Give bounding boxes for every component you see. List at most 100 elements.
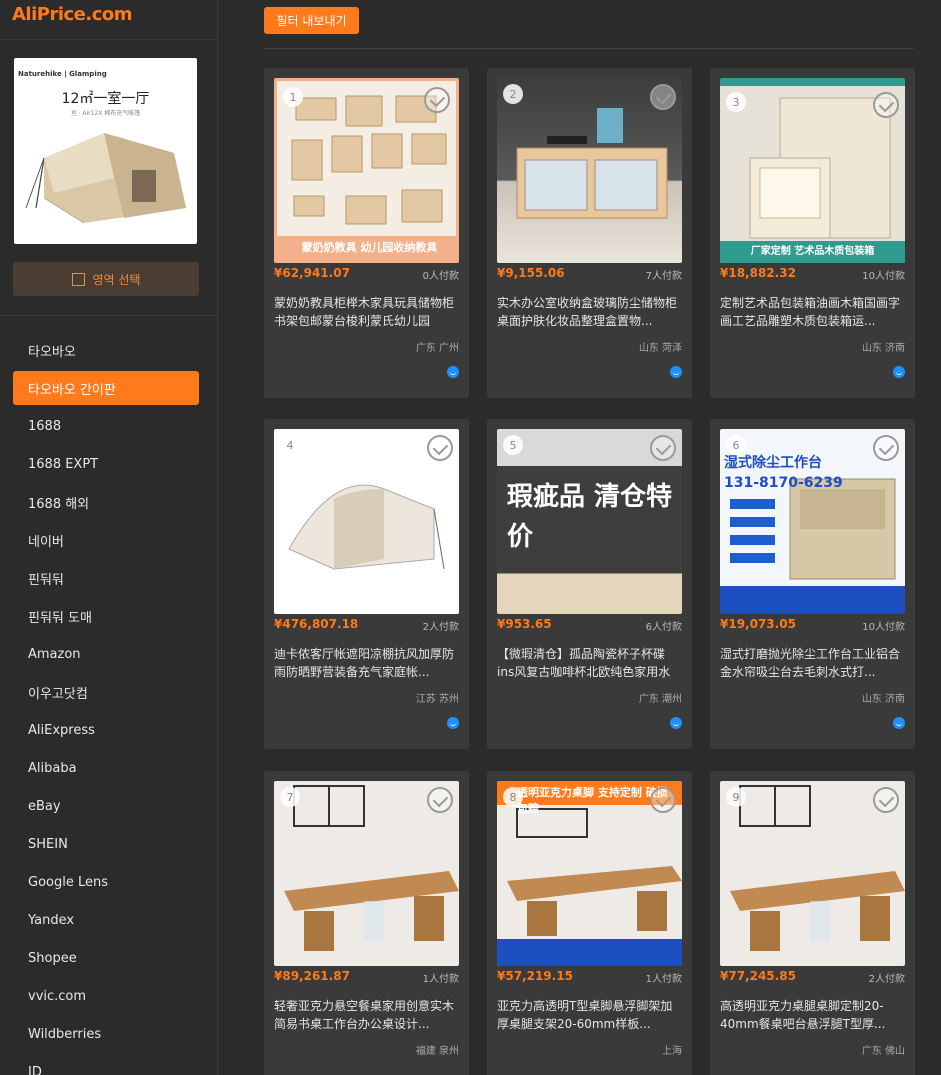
product-thumbnail[interactable]: 厂家定制 艺术品木质包装箱 3	[720, 78, 905, 263]
result-index: 2	[503, 84, 523, 104]
product-thumbnail[interactable]: 蒙奶奶教具 幼儿园收纳教具 1	[274, 78, 459, 263]
product-card[interactable]: 瑕疵品 清仓特价 5 ¥953.65 6人付款 【微瑕清仓】孤品陶瓷杯子杯碟in…	[487, 419, 692, 749]
product-thumbnail[interactable]: 透明亚克力桌脚 支持定制 破损包赔 8	[497, 781, 682, 966]
site-item-alibaba[interactable]: Alibaba	[13, 751, 199, 785]
product-location: 山东 济南	[861, 694, 905, 705]
result-index: 8	[503, 787, 523, 807]
product-location: 山东 济南	[861, 343, 905, 354]
site-item-shein[interactable]: SHEIN	[13, 827, 199, 861]
product-card[interactable]: 2 ¥9,155.06 7人付款 实木办公室收纳盒玻璃防尘储物柜桌面护肤化妆品整…	[487, 68, 692, 398]
select-checkbox[interactable]	[650, 84, 676, 110]
filter-export-button[interactable]: 필터 내보내기	[264, 7, 359, 34]
site-item-naver[interactable]: 네이버	[13, 523, 199, 557]
sales-count: 7人付款	[645, 271, 682, 282]
site-item-ebay[interactable]: eBay	[13, 789, 199, 823]
product-title[interactable]: 轻奢亚克力悬空餐桌家用创意实木简易书桌工作台办公桌设计...	[274, 997, 459, 1033]
site-item-google-lens[interactable]: Google Lens	[13, 865, 199, 899]
product-thumbnail[interactable]: 2	[497, 78, 682, 263]
site-item-1688[interactable]: 1688	[13, 409, 199, 443]
product-location: 上海	[662, 1046, 682, 1057]
product-title[interactable]: 亚克力高透明T型桌脚悬浮脚架加厚桌腿支架20-60mm样板...	[497, 997, 682, 1033]
product-location: 广东 佛山	[861, 1046, 905, 1057]
divider	[0, 39, 217, 40]
product-thumbnail[interactable]: 9	[720, 781, 905, 966]
sales-count: 2人付款	[422, 622, 459, 633]
product-title[interactable]: 高透明亚克力桌腿桌脚定制20-40mm餐桌吧台悬浮腿T型厚...	[720, 997, 905, 1033]
product-price: ¥62,941.07	[274, 266, 350, 280]
result-index: 1	[283, 87, 303, 107]
select-checkbox[interactable]	[873, 92, 899, 118]
select-checkbox[interactable]	[873, 435, 899, 461]
aliprice-logo[interactable]: AliPrice.com	[12, 4, 133, 25]
product-title[interactable]: 迪卡侬客厅帐遮阳凉棚抗风加厚防雨防晒野营装备充气家庭帐...	[274, 645, 459, 681]
seller-chat-icon[interactable]	[447, 717, 459, 729]
site-item-aliexpress[interactable]: AliExpress	[13, 713, 199, 747]
product-card[interactable]: 9 ¥77,245.85 2人付款 高透明亚克力桌腿桌脚定制20-40mm餐桌吧…	[710, 771, 915, 1075]
product-card[interactable]: 厂家定制 艺术品木质包装箱 3 ¥18,882.32 10人付款 定制艺术品包装…	[710, 68, 915, 398]
product-price: ¥18,882.32	[720, 266, 796, 280]
select-checkbox[interactable]	[873, 787, 899, 813]
site-item-pinduoduo-wholesale[interactable]: 핀둬둬 도매	[13, 599, 199, 633]
product-title[interactable]: 蒙奶奶教具柜榉木家具玩具储物柜书架包邮蒙台梭利蒙氏幼儿园	[274, 294, 459, 330]
product-thumbnail[interactable]: 湿式除尘工作台 131-8170-6239 6	[720, 429, 905, 614]
site-item-pinduoduo[interactable]: 핀둬둬	[13, 561, 199, 595]
sidebar: AliPrice.com Naturehike | Glamping 12㎡一室…	[0, 0, 218, 1075]
result-index: 4	[280, 435, 300, 455]
product-card[interactable]: 4 ¥476,807.18 2人付款 迪卡侬客厅帐遮阳凉棚抗风加厚防雨防晒野营装…	[264, 419, 469, 749]
seller-chat-icon[interactable]	[670, 717, 682, 729]
seller-chat-icon[interactable]	[893, 717, 905, 729]
site-item-taobao[interactable]: 타오바오	[13, 333, 199, 367]
product-price: ¥9,155.06	[497, 266, 565, 280]
product-title[interactable]: 定制艺术品包装箱油画木箱国画字画工艺品雕塑木质包装箱运...	[720, 294, 905, 330]
result-index: 5	[503, 435, 523, 455]
product-thumbnail[interactable]: 7	[274, 781, 459, 966]
divider	[0, 315, 217, 316]
product-price: ¥476,807.18	[274, 617, 359, 631]
product-price: ¥19,073.05	[720, 617, 796, 631]
sales-count: 0人付款	[422, 271, 459, 282]
seller-chat-icon[interactable]	[893, 366, 905, 378]
site-item-1688-overseas[interactable]: 1688 해외	[13, 485, 199, 519]
thumb-caption: 湿式除尘工作台 131-8170-6239	[724, 455, 843, 491]
select-checkbox[interactable]	[650, 435, 676, 461]
site-item-yandex[interactable]: Yandex	[13, 903, 199, 937]
thumb-caption: 厂家定制 艺术品木质包装箱	[720, 241, 905, 263]
site-item-yiwugo[interactable]: 이우고닷컴	[13, 675, 199, 709]
region-select-button[interactable]: 영역 선택	[13, 262, 199, 296]
site-item-jd[interactable]: JD	[13, 1055, 199, 1075]
seller-chat-icon[interactable]	[670, 366, 682, 378]
product-location: 广东 广州	[415, 343, 459, 354]
site-item-taobao-lite[interactable]: 타오바오 간이판	[13, 371, 199, 405]
product-card[interactable]: 蒙奶奶教具 幼儿园收纳教具 1 ¥62,941.07 0人付款 蒙奶奶教具柜榉木…	[264, 68, 469, 398]
crop-icon	[71, 272, 85, 286]
product-title[interactable]: 实木办公室收纳盒玻璃防尘储物柜桌面护肤化妆品整理盒置物...	[497, 294, 682, 330]
seller-chat-icon[interactable]	[447, 366, 459, 378]
sales-count: 1人付款	[422, 974, 459, 985]
select-checkbox[interactable]	[424, 87, 450, 113]
product-thumbnail[interactable]: 瑕疵品 清仓特价 5	[497, 429, 682, 614]
tent-illustration	[25, 133, 186, 224]
product-thumbnail[interactable]: 4	[274, 429, 459, 614]
select-checkbox[interactable]	[427, 435, 453, 461]
site-item-wildberries[interactable]: Wildberries	[13, 1017, 199, 1051]
site-item-shopee[interactable]: Shopee	[13, 941, 199, 975]
result-index: 7	[280, 787, 300, 807]
result-index: 9	[726, 787, 746, 807]
region-select-label: 영역 선택	[92, 272, 141, 287]
select-checkbox[interactable]	[650, 787, 676, 813]
product-location: 山东 菏泽	[638, 343, 682, 354]
select-checkbox[interactable]	[427, 787, 453, 813]
product-location: 江苏 苏州	[415, 694, 459, 705]
sales-count: 2人付款	[868, 974, 905, 985]
query-image: Naturehike | Glamping 12㎡一室一厅 亘 · Air12X…	[14, 58, 197, 244]
site-item-1688-expt[interactable]: 1688 EXPT	[13, 447, 199, 481]
product-card[interactable]: 7 ¥89,261.87 1人付款 轻奢亚克力悬空餐桌家用创意实木简易书桌工作台…	[264, 771, 469, 1075]
product-title[interactable]: 湿式打磨抛光除尘工作台工业铝合金水帘吸尘台去毛刺水式打...	[720, 645, 905, 681]
product-card[interactable]: 透明亚克力桌脚 支持定制 破损包赔 8 ¥57,219.15 1人付款 亚克力高…	[487, 771, 692, 1075]
product-price: ¥77,245.85	[720, 969, 796, 983]
product-card[interactable]: 湿式除尘工作台 131-8170-6239 6 ¥19,073.05 10人付款…	[710, 419, 915, 749]
divider	[264, 48, 914, 49]
product-title[interactable]: 【微瑕清仓】孤品陶瓷杯子杯碟ins风复古咖啡杯北欧纯色家用水杯	[497, 645, 682, 681]
site-item-amazon[interactable]: Amazon	[13, 637, 199, 671]
site-item-vvic[interactable]: vvic.com	[13, 979, 199, 1013]
